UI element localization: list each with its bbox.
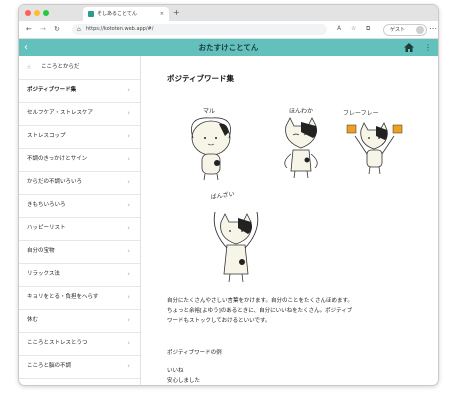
illustration-label: ほんわか [289, 108, 313, 115]
sidebar-item-label: 自分の宝物 [27, 248, 55, 254]
sidebar-item-label: からだの不調いろいろ [27, 179, 83, 185]
browser-window: そしあることてん × + ← → ↻ ⌂ https://kototen.web… [18, 4, 439, 386]
cat-banzai-figure: ばんざい [210, 190, 259, 283]
example-item: いいね [167, 368, 184, 374]
favorites-star-icon[interactable]: ☆ [351, 24, 356, 34]
sidebar-item-label: セルフケア・ストレスケア [27, 110, 94, 116]
close-window-button[interactable] [25, 10, 31, 16]
chevron-right-icon: › [127, 155, 130, 163]
new-tab-button[interactable]: + [173, 6, 180, 20]
sidebar-item-label: きもちいろいろ [27, 202, 66, 208]
sidebar-item-label: こころと脳の不調 [27, 363, 72, 369]
chevron-right-icon: › [127, 362, 130, 370]
avatar [416, 26, 424, 34]
sidebar-item-label: ハッピーリスト [27, 225, 66, 231]
example-item: 安心しました [167, 378, 201, 384]
sidebar-item-label: 休む [27, 317, 39, 323]
maximize-window-button[interactable] [43, 10, 49, 16]
cat-cheer-figure: フレーフレー [343, 110, 403, 175]
sidebar-item[interactable]: きもちいろいろ › [19, 194, 140, 218]
examples-heading: ポジティブワードの例 [167, 350, 222, 356]
chevron-right-icon: › [127, 316, 130, 324]
tab-close-icon[interactable]: × [160, 7, 164, 21]
sidebar-item[interactable]: ストレスコップ › [19, 125, 140, 149]
sidebar-item-label: リラックス法 [27, 271, 60, 277]
favicon-icon [88, 11, 94, 17]
hand-icon: ☝ [27, 64, 31, 71]
sidebar-item-label: こころとからだ [41, 64, 80, 70]
sidebar-item[interactable]: こころと脳の不調 › [19, 355, 140, 379]
illustration-label: フレーフレー [343, 110, 379, 117]
sidebar-item-label: キョリをとる・負担をへらす [27, 294, 99, 300]
browser-menu-icon[interactable]: ⋯ [429, 23, 437, 35]
lock-icon: ⌂ [77, 26, 81, 33]
home-icon[interactable] [404, 43, 414, 52]
sidebar-item[interactable]: ポジティブワード集 › [19, 79, 140, 103]
app-header: ‹ おたすけことてん ⋮ [19, 39, 438, 56]
chevron-right-icon: › [127, 201, 130, 209]
chevron-right-icon: › [127, 86, 130, 94]
sidebar-item-label: 不調のきっかけとサイン [27, 156, 88, 162]
chevron-right-icon: › [127, 224, 130, 232]
more-options-icon[interactable]: ⋮ [424, 39, 432, 56]
sidebar-item[interactable]: こころとストレスとうつ › [19, 332, 140, 356]
illustration-label: マル [203, 108, 215, 115]
cat-maru-figure: マル [191, 108, 231, 181]
sidebar-item[interactable]: からだの不調いろいろ › [19, 171, 140, 195]
chevron-right-icon: › [127, 178, 130, 186]
cat-honwaka-figure: ほんわか [284, 108, 318, 179]
sidebar-item[interactable]: セルフケア・ストレスケア › [19, 102, 140, 126]
browser-tab[interactable]: そしあることてん × [83, 7, 169, 21]
url-field[interactable]: ⌂ https://kototen.web.app/#/ [72, 24, 327, 35]
sidebar-item[interactable]: リラックス法 › [19, 263, 140, 287]
address-bar-row: ← → ↻ ⌂ https://kototen.web.app/#/ A ☆ ⧉… [19, 21, 438, 39]
chevron-right-icon: › [127, 339, 130, 347]
sidebar-item-label: こころとストレスとうつ [27, 340, 88, 346]
reload-button[interactable]: ↻ [54, 24, 60, 34]
chevron-right-icon: › [127, 132, 130, 140]
read-aloud-icon[interactable]: A [337, 24, 341, 34]
illustration-label: ばんざい [210, 190, 235, 201]
page-title: おたすけことてん [198, 43, 259, 52]
url-text: https://kototen.web.app/#/ [86, 26, 154, 32]
sidebar-item-label: ストレスコップ [27, 133, 66, 139]
sidebar-item[interactable]: キョリをとる・負担をへらす › [19, 286, 140, 310]
chevron-right-icon: › [127, 270, 130, 278]
sidebar-item-label: ポジティブワード集 [27, 87, 77, 93]
sidebar: ☝ こころとからだ ポジティブワード集 › セルフケア・ストレスケア › ストレスコップ › 不… [19, 56, 141, 385]
main-content: ポジティブワード集 マル ほんわか フレーフレー ばんざい 自分にたくさんやさし… [141, 56, 438, 385]
tab-bar: そしあることてん × + [19, 5, 438, 21]
sidebar-item[interactable]: 不調のきっかけとサイン › [19, 148, 140, 172]
sidebar-item-label: 病院受診の目安 [27, 378, 66, 385]
sidebar-section-header[interactable]: ☝ こころとからだ [19, 56, 140, 80]
description-paragraph: 自分にたくさんやさしい言葉をかけます。自分のことをたくさんほめます。 ちょっと余… [167, 298, 353, 324]
guest-label: ゲスト [390, 27, 406, 33]
sidebar-item[interactable]: 自分の宝物 › [19, 240, 140, 264]
minimize-window-button[interactable] [34, 10, 40, 16]
sidebar-item[interactable]: 病院受診の目安 › [19, 378, 140, 385]
sidebar-item[interactable]: ハッピーリスト › [19, 217, 140, 241]
forward-button[interactable]: → [40, 24, 46, 34]
collections-icon[interactable]: ⧉ [366, 24, 370, 34]
sidebar-item[interactable]: 休む › [19, 309, 140, 333]
chevron-right-icon: › [127, 109, 130, 117]
chevron-right-icon: › [127, 378, 130, 385]
back-button[interactable]: ← [26, 24, 32, 34]
chevron-right-icon: › [127, 293, 130, 301]
chevron-right-icon: › [127, 247, 130, 255]
positive-words-illustration: マル ほんわか フレーフレー ばんざい [191, 108, 403, 283]
tab-title: そしあることてん [97, 11, 137, 17]
guest-profile-button[interactable]: ゲスト [383, 24, 427, 36]
